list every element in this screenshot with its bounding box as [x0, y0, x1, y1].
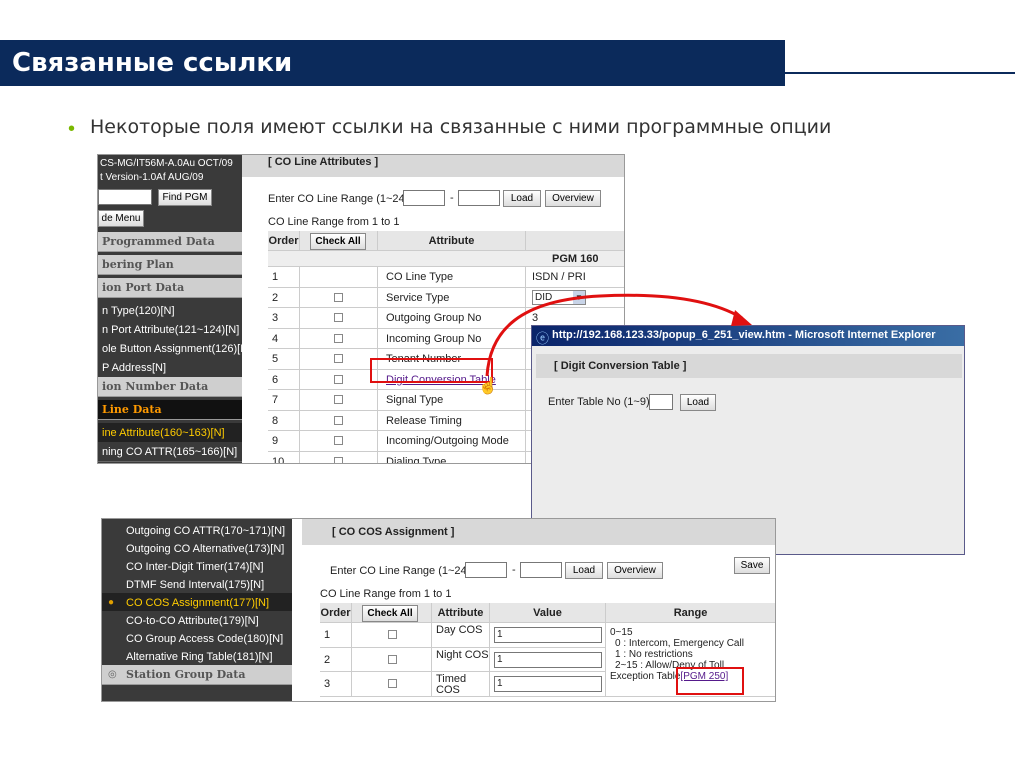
bottom-nav-row-1[interactable]: Outgoing CO Alternative(173)[N] [102, 539, 292, 559]
cursor-icon: ☝ [478, 378, 498, 395]
save-button[interactable]: Save [734, 557, 770, 574]
range-line-3: 1 : No restrictions [615, 649, 693, 660]
bottom-row-check-cell [352, 672, 432, 697]
bottom-nav-row-8[interactable]: Station Group Data [102, 665, 292, 685]
co-cos-assignment-title: [ CO COS Assignment ] [302, 519, 775, 545]
bottom-range-dash: - [512, 564, 516, 576]
row-checkbox[interactable] [388, 654, 397, 664]
bottom-row-order: 3 [320, 672, 352, 697]
cos-value-input[interactable]: 1 [494, 676, 602, 692]
bottom-nav-row-7[interactable]: Alternative Ring Table(181)[N] [102, 647, 292, 667]
bottom-nav-row-2[interactable]: CO Inter-Digit Timer(174)[N] [102, 557, 292, 577]
bottom-screenshot: Outgoing CO ATTR(170~171)[N] Outgoing CO … [101, 518, 776, 702]
bottom-range-from-input[interactable] [465, 562, 507, 578]
bottom-row-value-cell: 1 [490, 672, 606, 697]
bottom-nav-row-5[interactable]: CO-to-CO Attribute(179)[N] [102, 611, 292, 631]
cos-value-input[interactable]: 1 [494, 651, 602, 668]
bottom-nav-row-3[interactable]: DTMF Send Interval(175)[N] [102, 575, 292, 595]
exception-table-label: Exception Table [610, 671, 681, 682]
highlight-pgm-250 [676, 667, 744, 695]
bottom-nav: Outgoing CO ATTR(170~171)[N] Outgoing CO … [102, 519, 292, 701]
bottom-order-header: Order [320, 603, 352, 623]
bottom-nav-row-0[interactable]: Outgoing CO ATTR(170~171)[N] [102, 521, 292, 541]
bottom-check-all-cell: Check All [352, 603, 432, 623]
active-item-icon: ● [108, 597, 115, 608]
bottom-row-order: 1 [320, 623, 352, 648]
bottom-row-check-cell [352, 623, 432, 648]
bottom-nav-row-6[interactable]: CO Group Access Code(180)[N] [102, 629, 292, 649]
bottom-row-order: 2 [320, 647, 352, 672]
bottom-range-to-input[interactable] [520, 562, 562, 578]
bottom-range-label: Enter CO Line Range (1~240): [330, 565, 480, 577]
bottom-row-check-cell [352, 647, 432, 672]
bottom-overview-button[interactable]: Overview [607, 562, 663, 579]
bottom-range-info: CO Line Range from 1 to 1 [320, 588, 452, 600]
bottom-check-all-button[interactable]: Check All [362, 605, 418, 622]
bottom-nav-row-4[interactable]: CO COS Assignment(177)[N] [102, 593, 292, 613]
cos-value-input[interactable]: 1 [494, 627, 602, 643]
bottom-row-attribute: Night COS [432, 647, 490, 672]
bottom-load-button[interactable]: Load [565, 562, 603, 579]
range-line-1: 0~15 [610, 627, 633, 638]
bottom-row-attribute: Day COS [432, 623, 490, 648]
bottom-row-value-cell: 1 [490, 623, 606, 648]
bottom-value-header: Value [490, 603, 606, 623]
row-checkbox[interactable] [388, 679, 397, 688]
bottom-range-header: Range [606, 603, 775, 623]
bottom-row-value-cell: 1 [490, 647, 606, 672]
range-line-2: 0 : Intercom, Emergency Call [615, 638, 744, 649]
row-checkbox[interactable] [388, 630, 397, 639]
section-icon: ◎ [108, 669, 117, 680]
bottom-attribute-header: Attribute [432, 603, 490, 623]
bottom-content: [ CO COS Assignment ] Enter CO Line Rang… [292, 519, 775, 701]
slide: Связанные ссылки • Некоторые поля имеют … [0, 0, 1024, 767]
bottom-row-attribute: Timed COS [432, 672, 490, 697]
